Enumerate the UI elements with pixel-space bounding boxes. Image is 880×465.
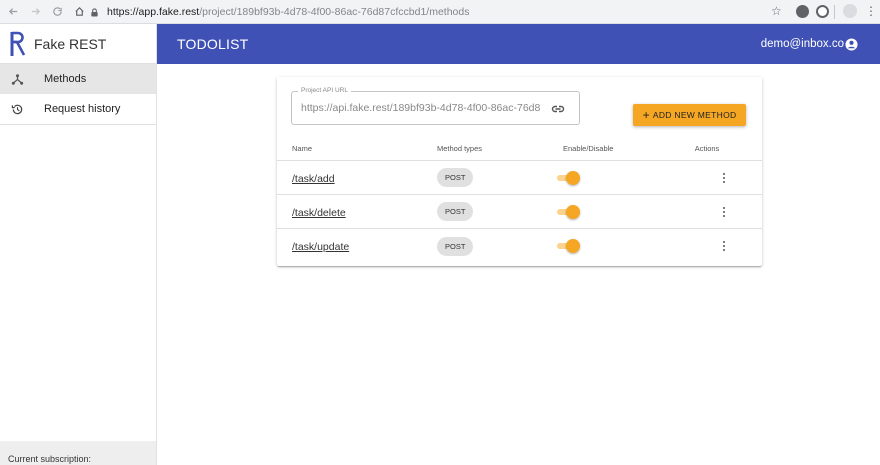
method-link[interactable]: /task/delete (292, 207, 346, 219)
brand-name: Fake REST (34, 35, 107, 52)
lock-icon (91, 7, 98, 17)
plus-icon: + (642, 108, 650, 122)
add-new-method-button[interactable]: + ADD NEW METHOD (633, 104, 746, 126)
sidebar: Fake REST Methods Request history Curren… (0, 24, 157, 465)
user-email[interactable]: demo@inbox.co (761, 38, 844, 50)
url-host: https://app.fake.rest (107, 6, 200, 18)
sidebar-item-request-history[interactable]: Request history (0, 94, 156, 124)
more-actions-icon[interactable] (717, 239, 731, 253)
column-actions: Actions (694, 144, 720, 153)
project-title: TODOLIST (177, 36, 249, 52)
browser-menu-icon[interactable]: ⋮ (865, 4, 877, 18)
subscription-label: Current subscription: (0, 441, 156, 465)
project-api-url-field[interactable]: Project API URL https://api.fake.rest/18… (291, 87, 580, 125)
reload-icon[interactable] (48, 3, 66, 21)
sidebar-item-label: Methods (44, 73, 87, 85)
methods-table: Name Method types Enable/Disable Actions… (277, 137, 762, 263)
method-link[interactable]: /task/update (292, 241, 349, 253)
url-field-label: Project API URL (298, 87, 351, 94)
method-type-chip: POST (437, 168, 474, 187)
method-type-chip: POST (437, 202, 474, 221)
profile-avatar[interactable] (843, 4, 857, 18)
back-icon[interactable] (4, 3, 22, 21)
fake-rest-logo (10, 31, 26, 56)
table-header: Name Method types Enable/Disable Actions (277, 137, 762, 161)
table-row: /task/update POST (277, 229, 762, 263)
account-circle-icon[interactable] (845, 37, 858, 51)
fork-icon (10, 72, 24, 86)
app-bar: TODOLIST demo@inbox.co (157, 24, 880, 64)
url-path: /project/189bf93b-4d78-4f00-86ac-76d87cf… (199, 6, 470, 18)
method-type-chip: POST (437, 236, 474, 256)
history-icon (10, 102, 24, 116)
column-name: Name (292, 144, 313, 153)
project-api-url-value[interactable]: https://api.fake.rest/189bf93b-4d78-4f00… (301, 102, 541, 114)
table-row: /task/delete POST (277, 195, 762, 229)
enable-toggle[interactable] (557, 170, 581, 185)
column-method-types: Method types (437, 144, 483, 153)
address-bar[interactable]: https://app.fake.rest/project/189bf93b-4… (84, 2, 790, 22)
extension-icon[interactable] (796, 5, 809, 18)
add-button-label: ADD NEW METHOD (652, 110, 737, 120)
browser-toolbar: https://app.fake.rest/project/189bf93b-4… (0, 0, 880, 24)
toolbar-divider (834, 5, 835, 19)
table-row: /task/add POST (277, 161, 762, 195)
sidebar-item-methods[interactable]: Methods (0, 64, 156, 94)
sidebar-item-label: Request history (44, 103, 121, 115)
methods-card: Project API URL https://api.fake.rest/18… (277, 77, 762, 266)
sidebar-divider (0, 124, 156, 125)
enable-toggle[interactable] (557, 239, 581, 253)
brand[interactable]: Fake REST (0, 24, 156, 64)
column-enable-disable: Enable/Disable (563, 144, 614, 153)
enable-toggle[interactable] (557, 204, 581, 219)
more-actions-icon[interactable] (717, 171, 731, 185)
bookmark-star-icon[interactable]: ☆ (771, 4, 782, 18)
forward-icon[interactable] (26, 3, 44, 21)
extension-icon[interactable] (816, 5, 829, 18)
method-link[interactable]: /task/add (292, 173, 335, 185)
more-actions-icon[interactable] (717, 205, 731, 219)
link-icon[interactable] (551, 102, 565, 116)
